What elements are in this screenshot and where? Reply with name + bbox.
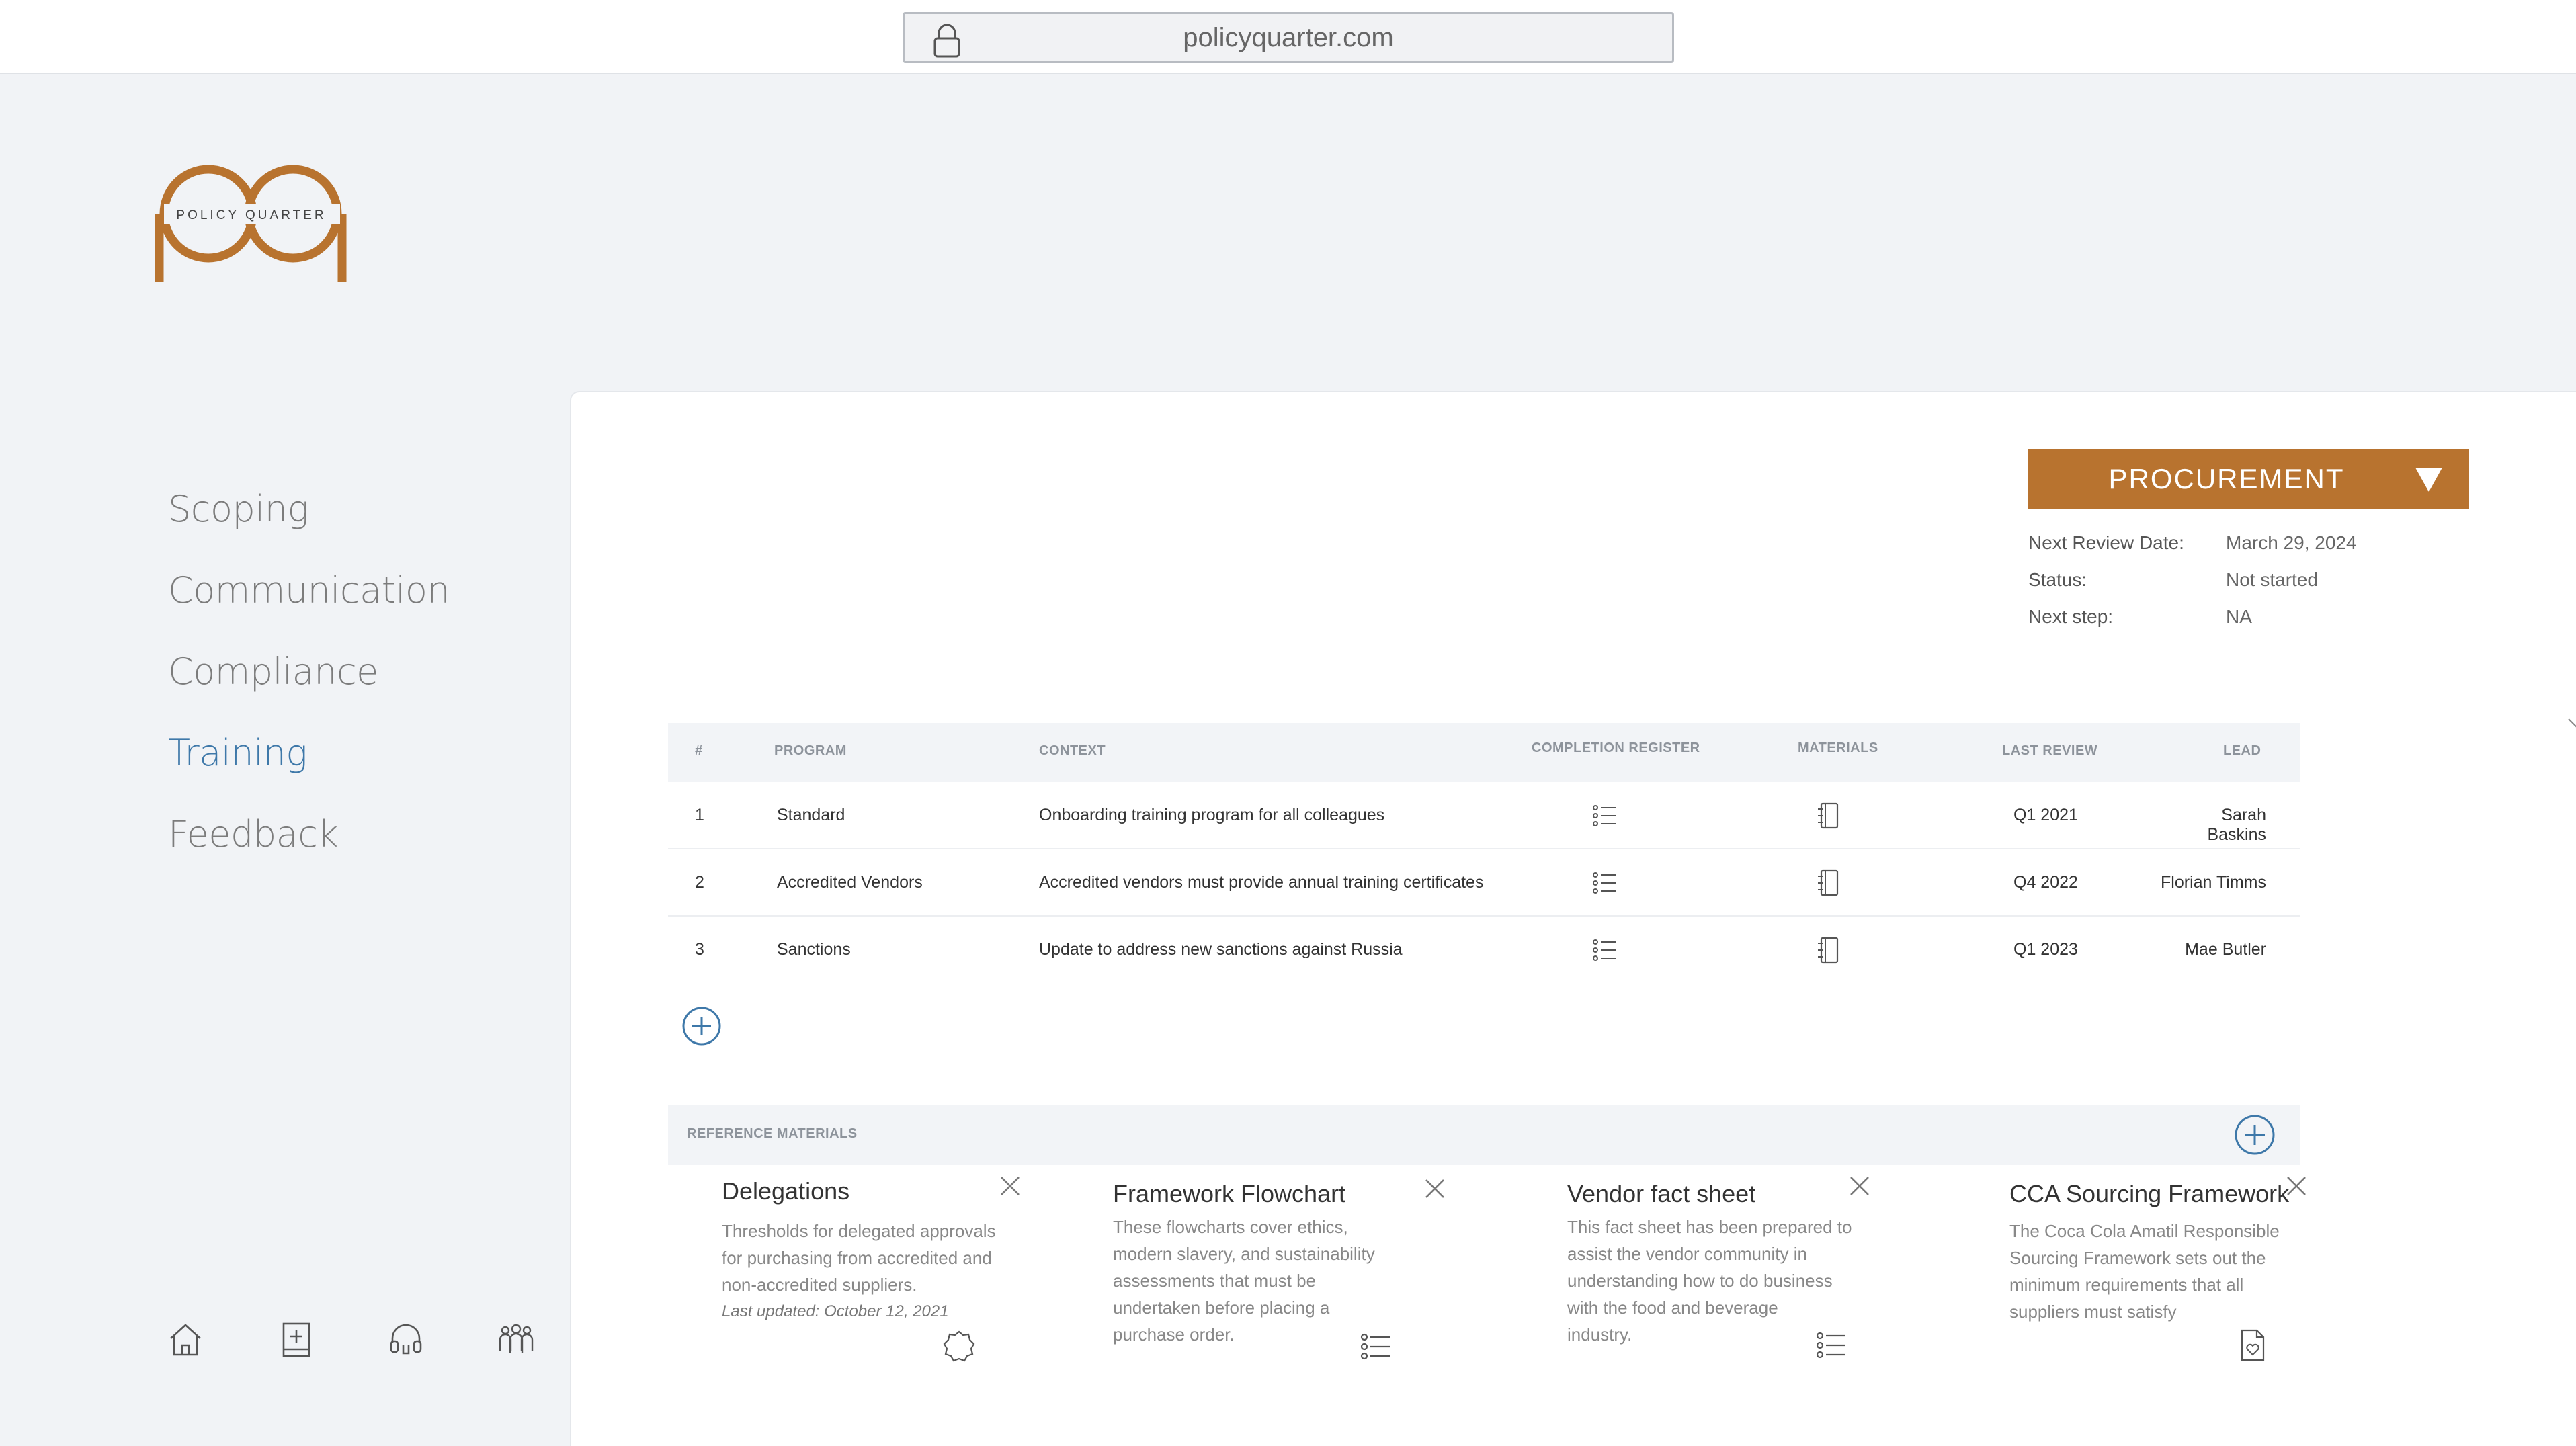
reference-card-vendor-fact-sheet[interactable]: Vendor fact sheet This fact sheet has be… xyxy=(1567,1177,1883,1359)
document-heart-icon[interactable] xyxy=(2235,1328,2269,1363)
svg-text:POLICY QUARTER: POLICY QUARTER xyxy=(176,208,326,222)
row-num: 3 xyxy=(695,940,704,959)
row-context: Onboarding training program for all coll… xyxy=(1039,806,1385,824)
row-program: Standard xyxy=(777,806,845,824)
col-context: CONTEXT xyxy=(1039,743,1106,758)
reference-card-cca-sourcing-framework[interactable]: CCA Sourcing Framework The Coca Cola Ama… xyxy=(2009,1177,2325,1361)
col-last-review: LAST REVIEW xyxy=(2002,743,2098,758)
add-program-button[interactable] xyxy=(681,1006,722,1046)
card-line: The Coca Cola Amatil Responsible xyxy=(2009,1221,2280,1241)
card-line: assessments that must be xyxy=(1113,1271,1317,1291)
add-reference-button[interactable] xyxy=(2234,1114,2276,1156)
row-lead: Sarah Baskins xyxy=(2207,806,2266,844)
list-icon[interactable] xyxy=(1815,1328,1848,1363)
card-line: These flowcharts cover ethics, xyxy=(1113,1217,1348,1237)
home-icon[interactable] xyxy=(165,1320,206,1360)
meta-value: March 29, 2024 xyxy=(2226,532,2357,553)
notebook-icon[interactable] xyxy=(1815,868,1841,898)
card-title: Vendor fact sheet xyxy=(1567,1180,1756,1207)
card-updated: Last updated: October 12, 2021 xyxy=(722,1302,949,1320)
list-icon[interactable] xyxy=(1591,801,1618,831)
meta-value: NA xyxy=(2226,606,2252,627)
row-context: Accredited vendors must provide annual t… xyxy=(1039,873,1484,892)
badge-icon[interactable] xyxy=(942,1329,976,1364)
card-line: minimum requirements that all xyxy=(2009,1275,2244,1295)
sidebar-item-feedback[interactable]: Feedback xyxy=(168,801,450,882)
row-last-review: Q4 2022 xyxy=(2013,873,2078,892)
table-header: # PROGRAM CONTEXT COMPLETION REGISTER MA… xyxy=(668,723,2300,782)
notebook-icon[interactable] xyxy=(1815,801,1841,831)
sidebar-item-training[interactable]: Training xyxy=(168,720,450,801)
list-icon[interactable] xyxy=(1591,868,1618,898)
row-context: Update to address new sanctions against … xyxy=(1039,940,1403,959)
list-icon[interactable] xyxy=(1359,1329,1393,1364)
procurement-dropdown[interactable]: PROCUREMENT xyxy=(2028,449,2469,509)
sidebar-item-communication[interactable]: Communication xyxy=(168,557,450,638)
close-icon[interactable] xyxy=(999,1175,1022,1197)
chevron-left-icon[interactable] xyxy=(2566,716,2576,732)
address-bar[interactable]: policyquarter.com xyxy=(903,12,1674,63)
review-meta: Next Review Date: March 29, 2024 Status: N… xyxy=(2028,527,2357,638)
close-icon[interactable] xyxy=(1423,1177,1446,1200)
row-num: 1 xyxy=(695,806,704,824)
reference-materials-label: REFERENCE MATERIALS xyxy=(687,1126,858,1141)
reference-card-delegations[interactable]: Delegations Thresholds for delegated app… xyxy=(722,1175,1038,1362)
table-row[interactable]: 1 Standard Onboarding training program f… xyxy=(668,782,2300,849)
training-table: # PROGRAM CONTEXT COMPLETION REGISTER MA… xyxy=(668,723,2300,984)
card-description: These flowcharts cover ethics, modern sl… xyxy=(1113,1214,1429,1348)
close-icon[interactable] xyxy=(2285,1175,2308,1197)
table-row[interactable]: 2 Accredited Vendors Accredited vendors … xyxy=(668,849,2300,917)
close-icon[interactable] xyxy=(1848,1175,1871,1197)
row-lead: Florian Timms xyxy=(2161,873,2266,892)
meta-key: Next Review Date: xyxy=(2028,532,2184,553)
col-program: PROGRAM xyxy=(774,743,847,758)
card-line: with the food and beverage xyxy=(1567,1298,1778,1318)
sidebar-item-compliance[interactable]: Compliance xyxy=(168,638,450,720)
col-completion-register: COMPLETION REGISTER xyxy=(1532,740,1700,755)
card-line: suppliers must satisfy xyxy=(2009,1302,2177,1322)
card-line: understanding how to do business xyxy=(1567,1271,1833,1291)
row-program: Accredited Vendors xyxy=(777,873,923,892)
reference-card-framework-flowchart[interactable]: Framework Flowchart These flowcharts cov… xyxy=(1113,1179,1444,1360)
row-lead: Mae Butler xyxy=(2185,940,2266,959)
meta-key: Status: xyxy=(2028,569,2087,590)
notebook-add-icon[interactable] xyxy=(276,1320,316,1360)
card-description: The Coca Cola Amatil Responsible Sourcin… xyxy=(2009,1218,2325,1325)
bottom-toolbar xyxy=(165,1320,536,1360)
dropdown-label: PROCUREMENT xyxy=(2108,463,2345,495)
card-line: This fact sheet has been prepared to xyxy=(1567,1217,1852,1237)
browser-bar: policyquarter.com xyxy=(0,0,2576,74)
card-line: assist the vendor community in xyxy=(1567,1244,1807,1264)
meta-key: Next step: xyxy=(2028,606,2114,627)
reference-materials-bar: REFERENCE MATERIALS xyxy=(668,1105,2300,1165)
policy-quarter-logo: POLICY QUARTER xyxy=(155,165,347,282)
headset-icon[interactable] xyxy=(386,1320,426,1360)
list-icon[interactable] xyxy=(1591,935,1618,965)
card-line: non-accredited suppliers. xyxy=(722,1275,917,1295)
triangle-down-icon xyxy=(2415,468,2442,492)
card-title: Framework Flowchart xyxy=(1113,1180,1346,1207)
notebook-icon[interactable] xyxy=(1815,935,1841,965)
card-title: CCA Sourcing Framework xyxy=(2009,1180,2290,1207)
card-line: modern slavery, and sustainability xyxy=(1113,1244,1375,1264)
col-num: # xyxy=(695,743,703,758)
sidebar-item-scoping[interactable]: Scoping xyxy=(168,476,450,557)
url-text: policyquarter.com xyxy=(1183,23,1394,52)
card-line: Sourcing Framework sets out the xyxy=(2009,1248,2266,1268)
row-num: 2 xyxy=(695,873,704,892)
col-materials: MATERIALS xyxy=(1798,740,1878,755)
card-line: for purchasing from accredited and xyxy=(722,1248,992,1268)
card-line: Thresholds for delegated approvals xyxy=(722,1221,996,1241)
sidebar-nav: Scoping Communication Compliance Trainin… xyxy=(168,476,450,882)
team-icon[interactable] xyxy=(496,1320,536,1360)
row-program: Sanctions xyxy=(777,940,851,959)
row-last-review: Q1 2023 xyxy=(2013,940,2078,959)
card-title: Delegations xyxy=(722,1177,850,1205)
col-lead: LEAD xyxy=(2223,743,2261,758)
meta-value: Not started xyxy=(2226,569,2318,590)
table-row[interactable]: 3 Sanctions Update to address new sancti… xyxy=(668,917,2300,984)
card-description: Thresholds for delegated approvals for p… xyxy=(722,1218,1038,1298)
card-line: undertaken before placing a xyxy=(1113,1298,1330,1318)
row-last-review: Q1 2021 xyxy=(2013,806,2078,824)
